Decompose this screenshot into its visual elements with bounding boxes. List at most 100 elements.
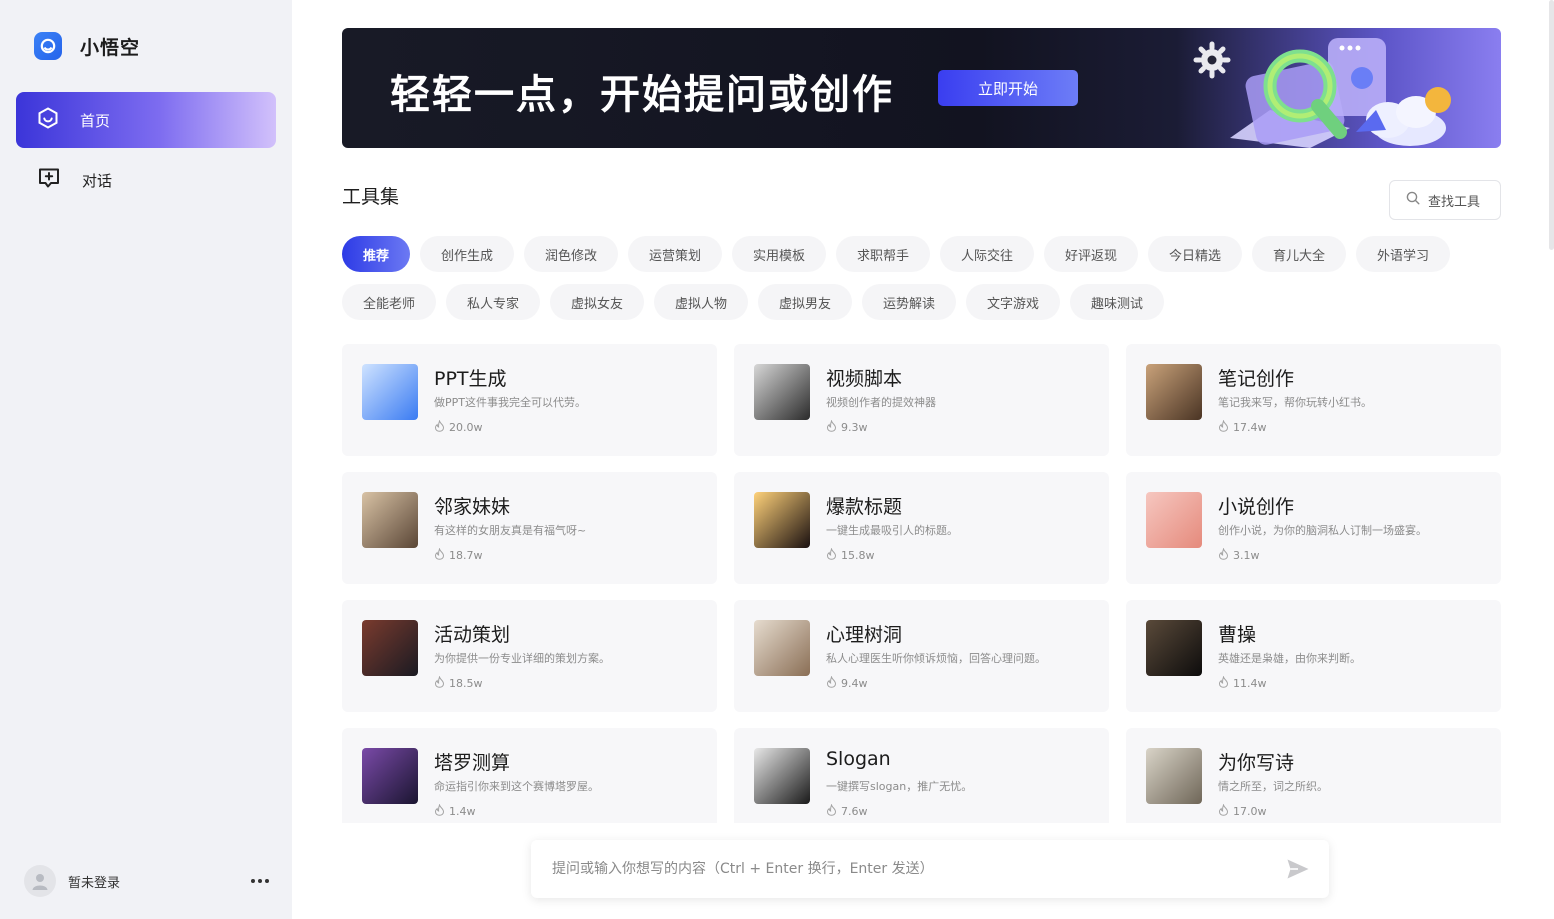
category-chip[interactable]: 实用模板 (732, 236, 826, 272)
camera-photo (754, 364, 810, 420)
tool-card[interactable]: 邻家妹妹 有这样的女朋友真是有福气呀~ 18.7w (342, 472, 717, 584)
category-chip[interactable]: 人际交往 (940, 236, 1034, 272)
usage-count: 11.4w (1233, 677, 1267, 690)
tool-card[interactable]: 笔记创作 笔记我来写，帮你玩转小红书。 17.4w (1126, 344, 1501, 456)
hands-table-photo (754, 620, 810, 676)
tool-card-stat: 15.8w (826, 547, 875, 563)
more-options-button[interactable] (248, 869, 272, 893)
usage-count: 17.4w (1233, 421, 1267, 434)
category-chips: 推荐 创作生成 润色修改 运营策划 实用模板 求职帮手 人际交往 好评返现 今日… (342, 236, 1502, 320)
brand-name: 小悟空 (80, 36, 141, 59)
prompt-input[interactable] (552, 861, 1285, 877)
cao-cao-portrait (1146, 620, 1202, 676)
usage-count: 9.4w (841, 677, 868, 690)
send-icon (1287, 859, 1309, 879)
flame-icon (434, 419, 445, 435)
category-chip[interactable]: 运势解读 (862, 284, 956, 320)
category-chip[interactable]: 今日精选 (1148, 236, 1242, 272)
prompt-bar (531, 840, 1329, 898)
tool-card-title: 邻家妹妹 (434, 496, 511, 518)
explosion-photo (754, 492, 810, 548)
tools-section-title: 工具集 (342, 186, 400, 208)
tool-card[interactable]: 活动策划 为你提供一份专业详细的策划方案。 18.5w (342, 600, 717, 712)
usage-count: 20.0w (449, 421, 483, 434)
tool-card[interactable]: 为你写诗 情之所至，词之所织。 17.0w (1126, 728, 1501, 823)
category-chip[interactable]: 好评返现 (1044, 236, 1138, 272)
tool-card-description: 私人心理医生听你倾诉烦恼，回答心理问题。 (826, 652, 1046, 665)
flame-icon (1218, 675, 1229, 691)
category-chip[interactable]: 外语学习 (1356, 236, 1450, 272)
tool-card-title: 塔罗测算 (434, 752, 511, 774)
category-chip[interactable]: 文字游戏 (966, 284, 1060, 320)
chat-plus-icon (38, 167, 60, 193)
category-chip[interactable]: 运营策划 (628, 236, 722, 272)
search-icon (1406, 191, 1420, 209)
usage-count: 18.7w (449, 549, 483, 562)
tool-card[interactable]: 塔罗测算 命运指引你来到这个赛博塔罗屋。 1.4w (342, 728, 717, 823)
tool-card-stat: 17.0w (1218, 803, 1267, 819)
tool-card-title: 小说创作 (1218, 496, 1295, 518)
category-chip[interactable]: 求职帮手 (836, 236, 930, 272)
tool-card-description: 一键生成最吸引人的标题。 (826, 524, 958, 537)
start-now-button[interactable]: 立即开始 (938, 70, 1078, 106)
tool-card[interactable]: PPT生成 做PPT这件事我完全可以代劳。 20.0w (342, 344, 717, 456)
flame-icon (434, 675, 445, 691)
category-chip[interactable]: 全能老师 (342, 284, 436, 320)
tool-card[interactable]: 曹操 英雄还是枭雄，由你来判断。 11.4w (1126, 600, 1501, 712)
usage-count: 17.0w (1233, 805, 1267, 818)
category-chip[interactable]: 虚拟女友 (550, 284, 644, 320)
tool-card-description: 英雄还是枭雄，由你来判断。 (1218, 652, 1361, 665)
category-chip-recommended[interactable]: 推荐 (342, 236, 410, 272)
usage-count: 7.6w (841, 805, 868, 818)
banner-title: 轻轻一点，开始提问或创作 (390, 72, 894, 118)
tool-card-title: 视频脚本 (826, 368, 903, 390)
usage-count: 1.4w (449, 805, 476, 818)
flame-icon (434, 803, 445, 819)
brand[interactable]: 小悟空 (34, 32, 140, 60)
flame-icon (826, 547, 837, 563)
tool-card-stat: 7.6w (826, 803, 868, 819)
banner-illustration (1193, 38, 1451, 148)
poet-writing-photo (1146, 748, 1202, 804)
smiling-girl-photo (362, 492, 418, 548)
tool-card-description: 视频创作者的提效神器 (826, 396, 936, 409)
category-chip[interactable]: 趣味测试 (1070, 284, 1164, 320)
page-scrollbar[interactable] (1549, 0, 1554, 250)
tool-card-title: 心理树洞 (826, 624, 903, 646)
brand-logo-icon (34, 32, 62, 60)
tool-card-description: 有这样的女朋友真是有福气呀~ (434, 524, 587, 537)
user-box[interactable]: 暂未登录 (24, 864, 272, 898)
flame-icon (826, 675, 837, 691)
nav-item-chat-label: 对话 (82, 171, 113, 190)
slogan-sign-photo (754, 748, 810, 804)
category-chip[interactable]: 育儿大全 (1252, 236, 1346, 272)
tool-card[interactable]: 爆款标题 一键生成最吸引人的标题。 15.8w (734, 472, 1109, 584)
avatar[interactable] (24, 865, 56, 897)
category-chip[interactable]: 虚拟男友 (758, 284, 852, 320)
category-chip[interactable]: 虚拟人物 (654, 284, 748, 320)
category-chip[interactable]: 私人专家 (446, 284, 540, 320)
nav-item-chat[interactable]: 对话 (16, 152, 276, 208)
hero-banner[interactable]: 轻轻一点，开始提问或创作 立即开始 (342, 28, 1501, 148)
tool-card-description: 情之所至，词之所织。 (1218, 780, 1328, 793)
tarot-woman-art (362, 748, 418, 804)
party-photo (362, 620, 418, 676)
search-tools-button[interactable]: 查找工具 (1389, 180, 1501, 220)
tool-card-title: Slogan (826, 748, 891, 770)
flame-icon (826, 419, 837, 435)
tool-card[interactable]: 小说创作 创作小说，为你的脑洞私人订制一场盛宴。 3.1w (1126, 472, 1501, 584)
tool-card[interactable]: 心理树洞 私人心理医生听你倾诉烦恼，回答心理问题。 9.4w (734, 600, 1109, 712)
usage-count: 18.5w (449, 677, 483, 690)
nav-item-home[interactable]: 首页 (16, 92, 276, 148)
tool-card-title: 笔记创作 (1218, 368, 1295, 390)
category-chip[interactable]: 润色修改 (524, 236, 618, 272)
tool-card-stat: 9.3w (826, 419, 868, 435)
category-chip[interactable]: 创作生成 (420, 236, 514, 272)
usage-count: 9.3w (841, 421, 868, 434)
tool-card[interactable]: Slogan 一键撰写slogan，推广无忧。 7.6w (734, 728, 1109, 823)
tool-card[interactable]: 视频脚本 视频创作者的提效神器 9.3w (734, 344, 1109, 456)
send-button[interactable] (1285, 856, 1311, 882)
tool-card-title: PPT生成 (434, 368, 507, 390)
search-tools-label: 查找工具 (1428, 194, 1481, 210)
tool-card-description: 做PPT这件事我完全可以代劳。 (434, 396, 586, 409)
